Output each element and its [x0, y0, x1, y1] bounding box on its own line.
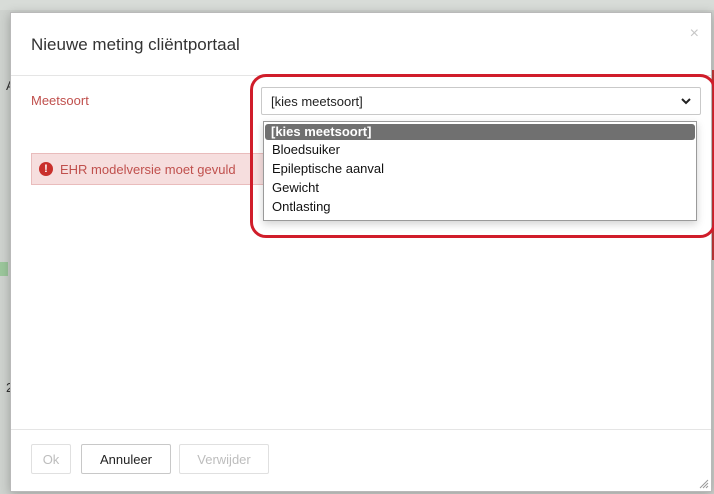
select-value: [kies meetsoort] [271, 94, 363, 109]
background-decoration [0, 262, 8, 276]
dialog-footer: Ok Annuleer Verwijder [11, 429, 711, 492]
dropdown-option[interactable]: Gewicht [266, 180, 698, 196]
dropdown-option[interactable]: Bloedsuiker [266, 142, 698, 158]
background-app [0, 0, 714, 10]
dropdown-option[interactable]: Ontlasting [266, 199, 698, 215]
chevron-down-icon [681, 98, 691, 105]
meetsoort-select[interactable]: [kies meetsoort] [261, 87, 701, 115]
ok-button[interactable]: Ok [31, 444, 71, 474]
exclamation-circle-icon: ! [39, 162, 53, 176]
meetsoort-dropdown-list: [kies meetsoort] Bloedsuiker Epileptisch… [263, 121, 697, 221]
meetsoort-label: Meetsoort [31, 93, 89, 108]
dialog-title: Nieuwe meting cliëntportaal [31, 35, 240, 54]
cancel-button[interactable]: Annuleer [81, 444, 171, 474]
close-icon[interactable]: × [690, 25, 699, 43]
dropdown-option[interactable]: Epileptische aanval [266, 161, 698, 177]
dropdown-option[interactable]: [kies meetsoort] [265, 124, 695, 140]
dialog-header: Nieuwe meting cliëntportaal × [11, 13, 711, 76]
alert-message: EHR modelversie moet gevuld [60, 162, 236, 177]
resize-handle-icon[interactable] [697, 477, 709, 489]
delete-button[interactable]: Verwijder [179, 444, 269, 474]
new-measurement-dialog: Nieuwe meting cliëntportaal × Meetsoort … [10, 12, 714, 492]
